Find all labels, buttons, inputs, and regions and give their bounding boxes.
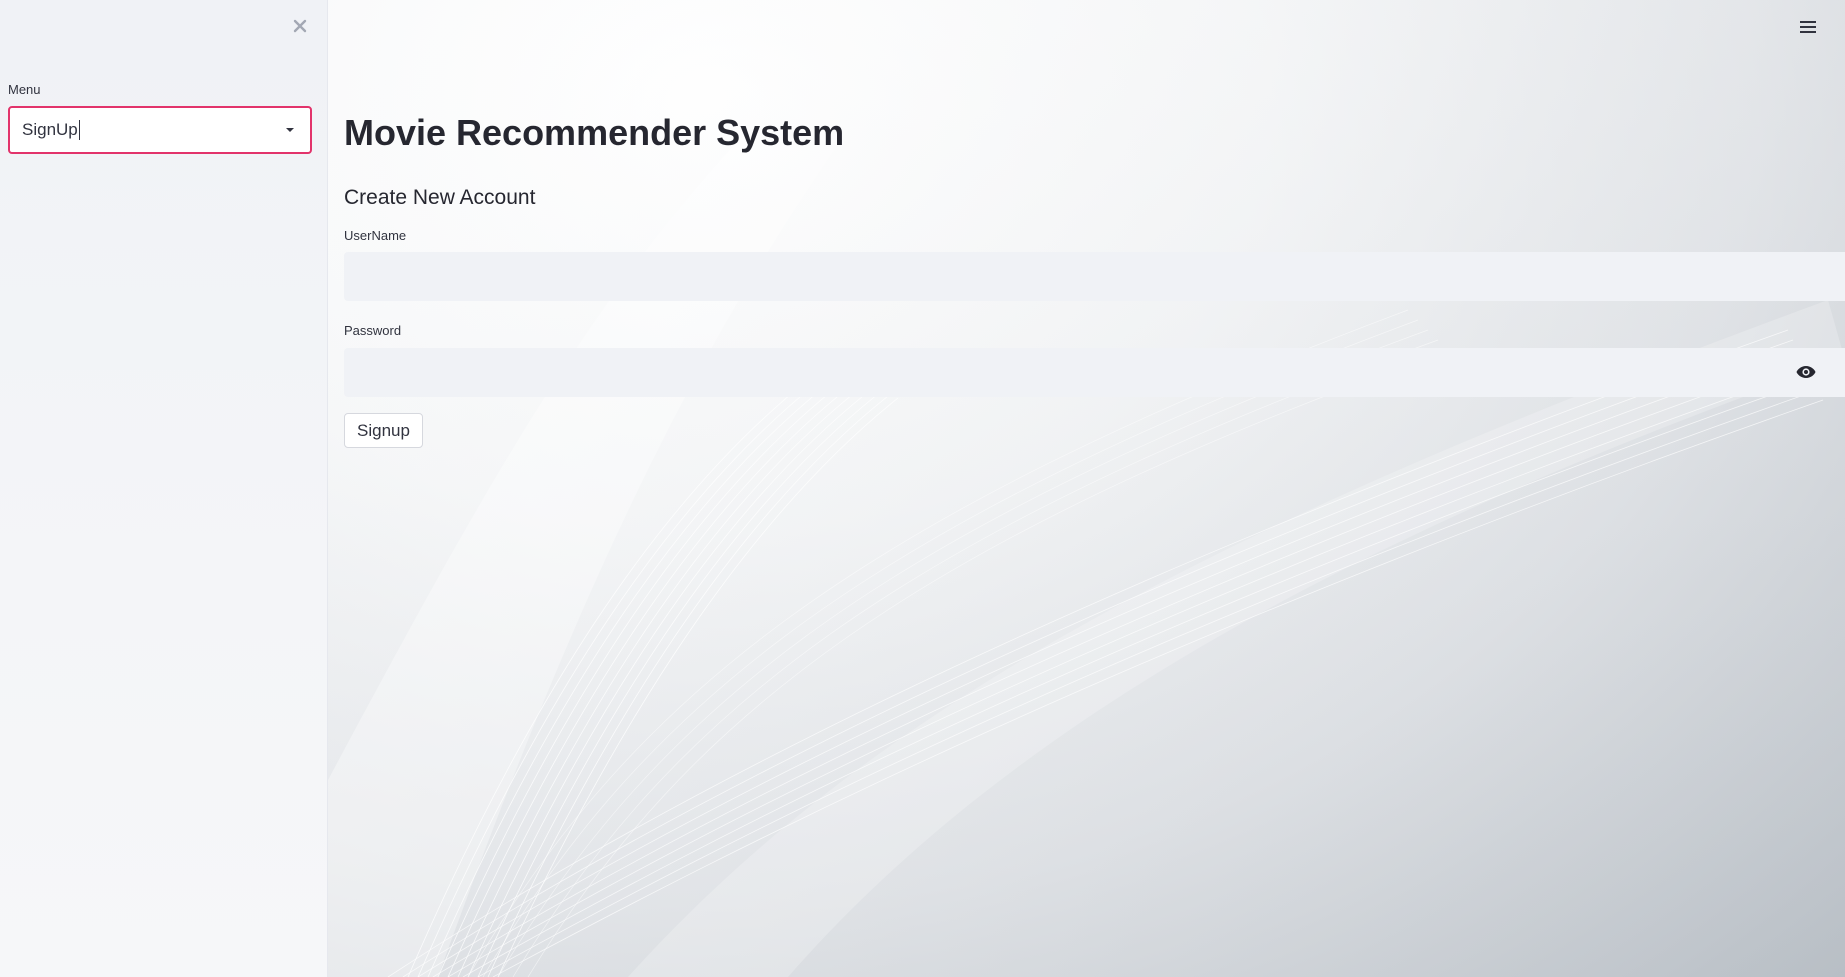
- main-menu-button[interactable]: [1797, 16, 1819, 38]
- close-icon: [293, 19, 307, 33]
- main-content: Movie Recommender System Create New Acco…: [328, 0, 1845, 977]
- chevron-down-icon: [286, 128, 294, 132]
- username-label: UserName: [344, 228, 407, 243]
- signup-button[interactable]: Signup: [344, 413, 423, 448]
- hamburger-icon: [1800, 21, 1816, 33]
- menu-label: Menu: [8, 82, 41, 97]
- eye-icon: [1796, 366, 1816, 378]
- menu-select[interactable]: SignUp: [8, 106, 312, 154]
- create-account-subheader: Create New Account: [344, 186, 536, 209]
- show-password-button[interactable]: [1794, 362, 1818, 382]
- password-input[interactable]: [344, 348, 1845, 397]
- menu-select-value: SignUp: [22, 120, 78, 139]
- password-label: Password: [344, 323, 402, 338]
- app-window: Menu SignUp Movie Recommender System Cre…: [0, 0, 1845, 977]
- text-cursor: [78, 120, 80, 140]
- sidebar: Menu SignUp: [0, 0, 328, 977]
- page-title: Movie Recommender System: [344, 112, 845, 153]
- close-sidebar-button[interactable]: [288, 14, 312, 38]
- username-input[interactable]: [344, 252, 1845, 301]
